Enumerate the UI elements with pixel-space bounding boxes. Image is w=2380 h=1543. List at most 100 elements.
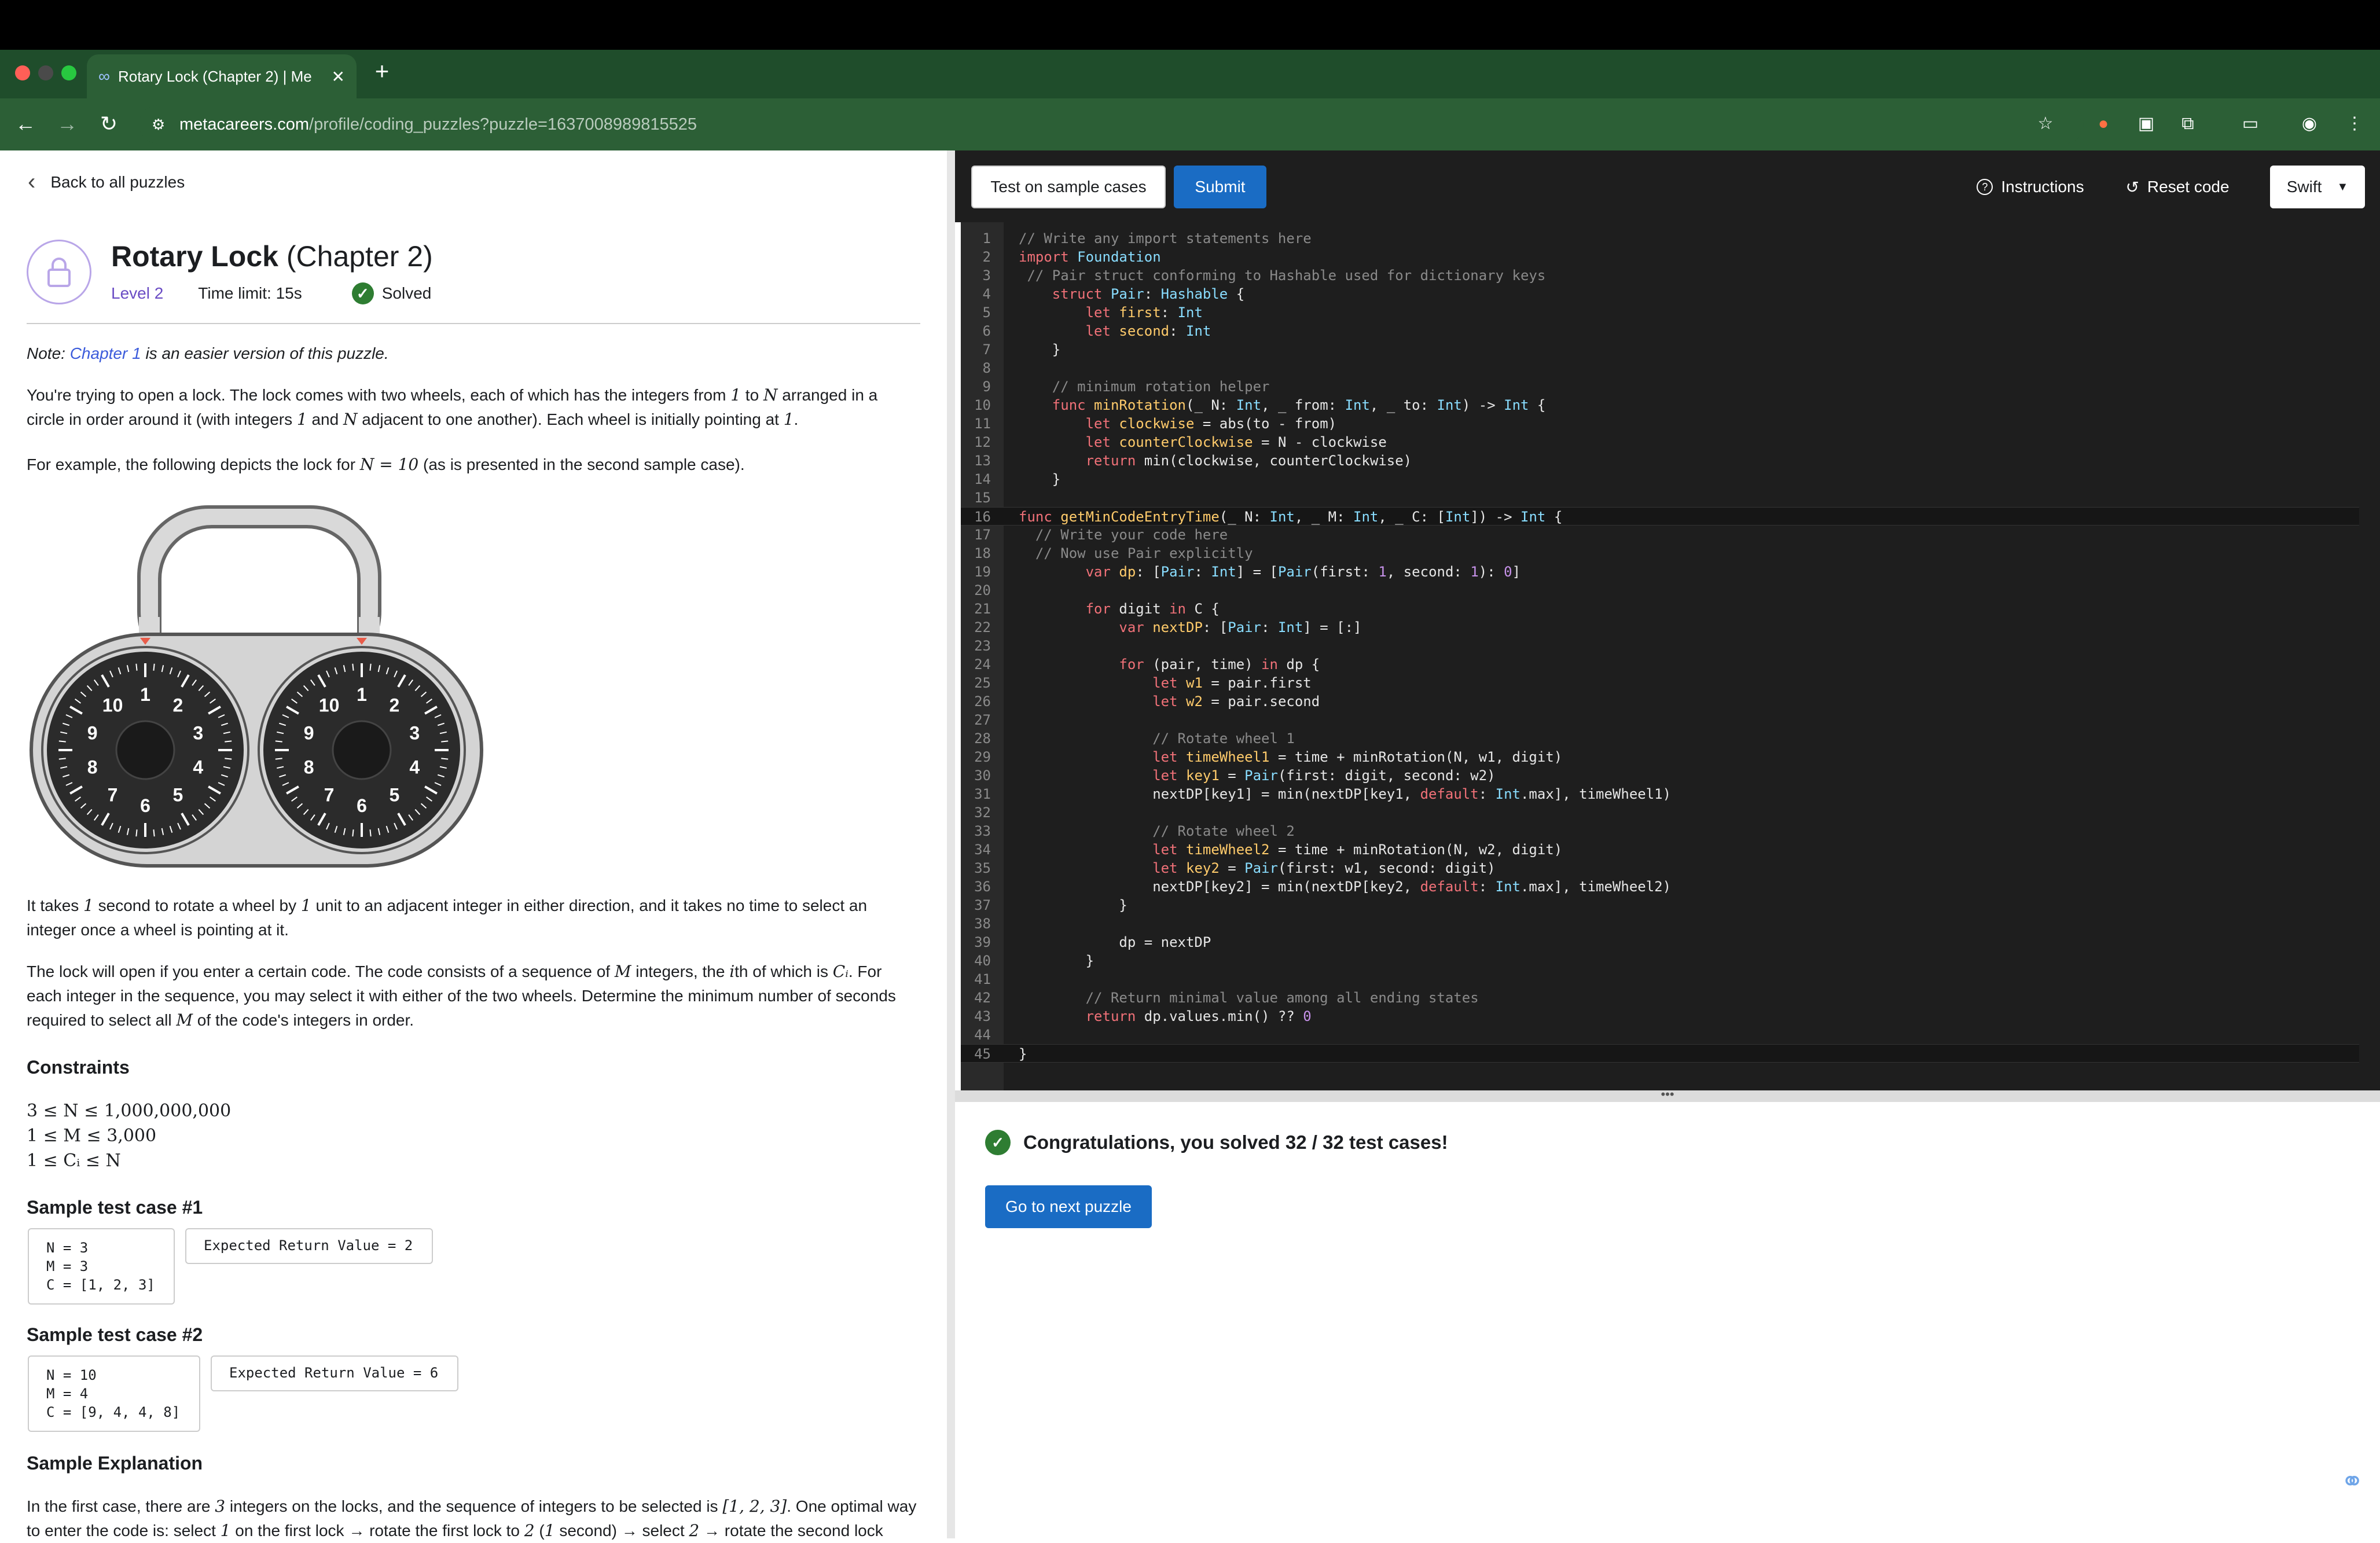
new-tab-button[interactable]: +: [370, 59, 394, 83]
code-line[interactable]: 35 let key2 = Pair(first: w1, second: di…: [961, 859, 2359, 877]
code-line[interactable]: 10 func minRotation(_ N: Int, _ from: In…: [961, 396, 2359, 414]
notion-extension-icon[interactable]: ▣: [2132, 110, 2160, 138]
p1-m5: 1: [783, 410, 794, 429]
note-paragraph: Note: Chapter 1 is an easier version of …: [27, 341, 918, 366]
site-settings-icon[interactable]: ⚙: [152, 116, 165, 134]
code-line[interactable]: 21 for digit in C {: [961, 600, 2359, 618]
profile-avatar[interactable]: ◉: [2295, 110, 2323, 138]
code-line[interactable]: 38: [961, 914, 2359, 933]
code-line[interactable]: 45}: [961, 1044, 2359, 1063]
code-line[interactable]: 39 dp = nextDP: [961, 933, 2359, 951]
code-line[interactable]: 37 }: [961, 896, 2359, 914]
line-number: 38: [974, 916, 991, 932]
code-line[interactable]: 17 // Write your code here: [961, 526, 2359, 544]
code-line[interactable]: 29 let timeWheel1 = time + minRotation(N…: [961, 748, 2359, 766]
code-text: let w2 = pair.second: [1152, 693, 1320, 710]
bookmark-star-icon[interactable]: ☆: [2032, 110, 2059, 138]
code-line[interactable]: 44: [961, 1026, 2359, 1044]
code-text: // Write any import statements here: [1019, 230, 1312, 247]
code-line[interactable]: 4 struct Pair: Hashable {: [961, 285, 2359, 303]
url-path: /profile/coding_puzzles?puzzle=163700898…: [309, 115, 697, 134]
output-resize-handle[interactable]: •••: [955, 1088, 2380, 1102]
solved-status: ✓ Solved: [351, 282, 431, 304]
submit-button[interactable]: Submit: [1174, 166, 1266, 208]
code-line[interactable]: 25 let w1 = pair.first: [961, 674, 2359, 692]
code-text: func minRotation(_ N: Int, _ from: Int, …: [1052, 397, 1546, 413]
code-line[interactable]: 30 let key1 = Pair(first: digit, second:…: [961, 766, 2359, 785]
code-line[interactable]: 32: [961, 803, 2359, 822]
dial-number: 6: [357, 795, 367, 816]
extensions-puzzle-icon[interactable]: ⧉: [2174, 110, 2202, 138]
code-line[interactable]: 34 let timeWheel2 = time + minRotation(N…: [961, 840, 2359, 859]
minimize-window-button[interactable]: [38, 65, 53, 80]
back-arrow-icon[interactable]: ←: [12, 110, 39, 138]
code-line[interactable]: 6 let second: Int: [961, 322, 2359, 340]
extension-icon[interactable]: ●: [2089, 110, 2117, 138]
left-wheel-dial: 10 1 2 9 3 8 4 7 6 5: [41, 646, 249, 854]
note-prefix: Note:: [27, 344, 70, 362]
dial-number: 5: [390, 785, 400, 806]
code-line[interactable]: 2 import Foundation: [961, 248, 2359, 266]
cast-icon[interactable]: ▭: [2236, 110, 2264, 138]
panel-resize-divider[interactable]: [947, 150, 955, 1538]
reload-icon[interactable]: ↻: [95, 110, 123, 138]
code-line[interactable]: 12 let counterClockwise = N - clockwise: [961, 433, 2359, 451]
code-line[interactable]: 3 // Pair struct conforming to Hashable …: [961, 266, 2359, 285]
maximize-window-button[interactable]: [61, 65, 76, 80]
test-sample-cases-button[interactable]: Test on sample cases: [971, 166, 1166, 208]
next-puzzle-button[interactable]: Go to next puzzle: [985, 1185, 1152, 1228]
line-number: 43: [974, 1008, 991, 1024]
more-menu-icon[interactable]: ⋮: [2341, 110, 2368, 138]
code-line[interactable]: 42 // Return minimal value among all end…: [961, 989, 2359, 1007]
code-line[interactable]: 33 // Rotate wheel 2: [961, 822, 2359, 840]
close-tab-icon[interactable]: ✕: [332, 67, 345, 86]
line-number: 10: [974, 397, 991, 413]
code-text: for (pair, time) in dp {: [1119, 656, 1320, 673]
line-number: 13: [974, 453, 991, 469]
code-text: for digit in C {: [1085, 601, 1220, 617]
code-text: nextDP[key2] = min(nextDP[key2, default:…: [1019, 879, 1672, 895]
code-line[interactable]: 24 for (pair, time) in dp {: [961, 655, 2359, 674]
code-line[interactable]: 1 // Write any import statements here: [961, 229, 2359, 248]
code-line[interactable]: 9 // minimum rotation helper: [961, 377, 2359, 396]
language-select[interactable]: Swift ▼: [2270, 166, 2365, 208]
code-line[interactable]: 5 let first: Int: [961, 303, 2359, 322]
line-number: 11: [974, 416, 991, 432]
code-line[interactable]: 19 var dp: [Pair: Int] = [Pair(first: 1,…: [961, 563, 2359, 581]
code-line[interactable]: 27: [961, 711, 2359, 729]
line-number: 8: [982, 360, 991, 376]
p1-b: to: [741, 386, 763, 404]
code-line[interactable]: 11 let clockwise = abs(to - from): [961, 414, 2359, 433]
line-number: 17: [974, 527, 991, 543]
code-line[interactable]: 8: [961, 359, 2359, 377]
code-line[interactable]: 13 return min(clockwise, counterClockwis…: [961, 451, 2359, 470]
code-line[interactable]: 20: [961, 581, 2359, 600]
code-line[interactable]: 7 }: [961, 340, 2359, 359]
code-line[interactable]: 31 nextDP[key1] = min(nextDP[key1, defau…: [961, 785, 2359, 803]
browser-tab[interactable]: ∞ Rotary Lock (Chapter 2) | Me ✕: [87, 54, 357, 98]
code-line[interactable]: 16 func getMinCodeEntryTime(_ N: Int, _ M…: [961, 507, 2359, 526]
chapter-1-link[interactable]: Chapter 1: [70, 344, 141, 362]
code-line[interactable]: 26 let w2 = pair.second: [961, 692, 2359, 711]
code-text: nextDP[key1] = min(nextDP[key1, default:…: [1019, 786, 1672, 802]
code-line[interactable]: 36 nextDP[key2] = min(nextDP[key2, defau…: [961, 877, 2359, 896]
code-line[interactable]: 22 var nextDP: [Pair: Int] = [:]: [961, 618, 2359, 637]
dial-number: 1: [357, 684, 367, 705]
code-line[interactable]: 14 }: [961, 470, 2359, 488]
code-line[interactable]: 40 }: [961, 951, 2359, 970]
forward-arrow-icon[interactable]: →: [53, 110, 81, 138]
address-bar[interactable]: ⚙ metacareers.com/profile/coding_puzzles…: [139, 105, 2084, 144]
line-number: 31: [974, 786, 991, 802]
code-line[interactable]: 28 // Rotate wheel 1: [961, 729, 2359, 748]
reset-code-button[interactable]: ↺ Reset code: [2120, 166, 2235, 208]
instructions-button[interactable]: ? Instructions: [1967, 166, 2094, 208]
code-line[interactable]: 23: [961, 637, 2359, 655]
lock-badge-icon: [27, 240, 91, 304]
code-line[interactable]: 43 return dp.values.min() ?? 0: [961, 1007, 2359, 1026]
close-window-button[interactable]: [15, 65, 30, 80]
code-line[interactable]: 18 // Now use Pair explicitly: [961, 544, 2359, 563]
code-line[interactable]: 15: [961, 488, 2359, 507]
back-to-puzzles-link[interactable]: ‹ Back to all puzzles: [28, 169, 185, 195]
title-chapter: (Chapter 2): [286, 240, 433, 273]
code-line[interactable]: 41: [961, 970, 2359, 989]
